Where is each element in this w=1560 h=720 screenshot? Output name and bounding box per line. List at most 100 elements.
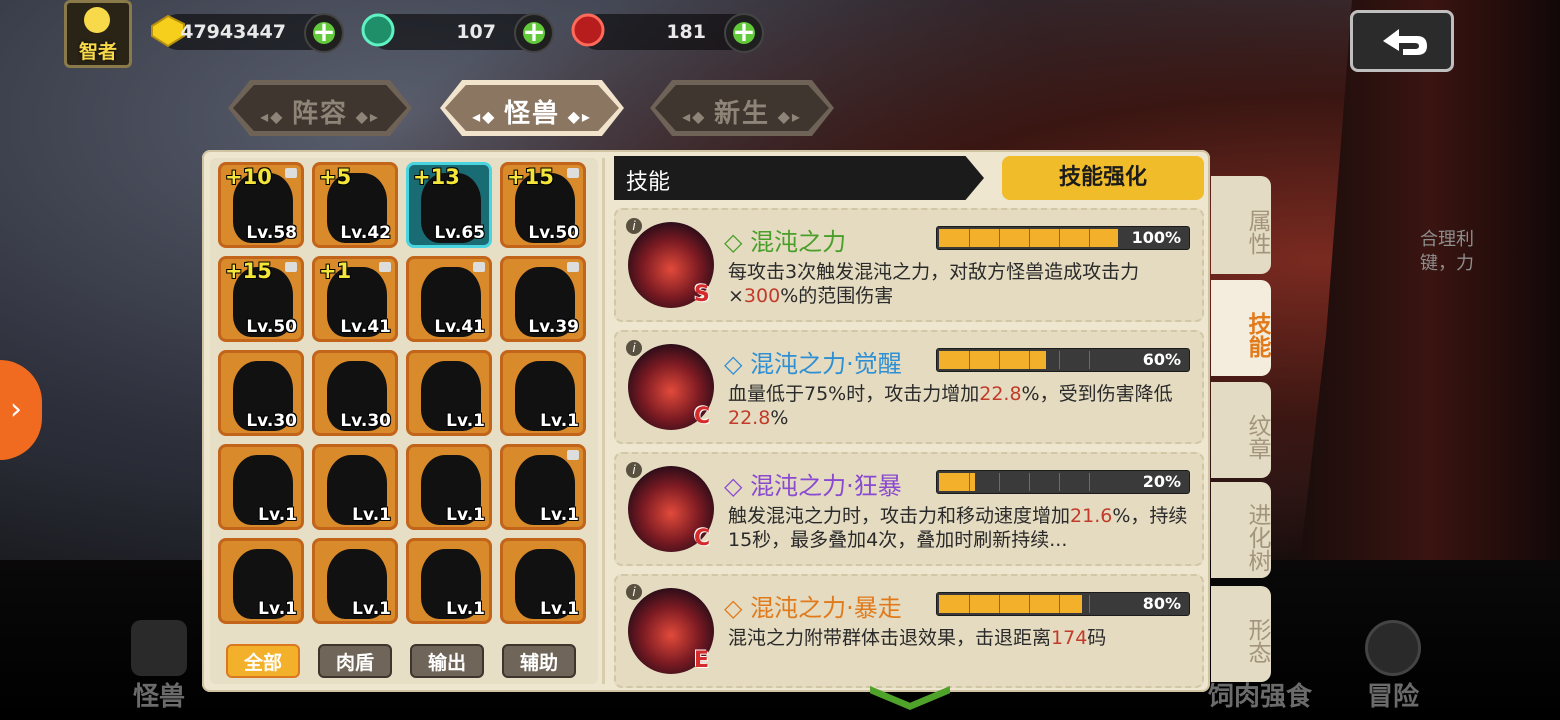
back-button[interactable] xyxy=(1350,10,1454,72)
monster-level: Lv.1 xyxy=(446,411,485,431)
diamond-ornament-icon: ◂◆ xyxy=(682,107,714,126)
skill-progress-bar: 80% xyxy=(936,592,1190,616)
monster-card[interactable]: Lv.41 xyxy=(406,256,492,342)
lightbulb-icon xyxy=(84,7,110,33)
monster-card[interactable]: Lv.1 xyxy=(406,538,492,624)
progress-segment xyxy=(1059,351,1060,369)
monster-card[interactable]: Lv.1 xyxy=(406,350,492,436)
side-note-line: 合理利 xyxy=(1420,229,1474,250)
skill-card[interactable]: i C ◇ 混沌之力·狂暴 20% 触发混沌之力时，攻击力和移动速度增加21.6%，持续… xyxy=(614,452,1204,566)
tab-rebirth-text: 新生 xyxy=(713,99,770,129)
green-gem-amount: 107 xyxy=(456,21,496,43)
add-gold-button[interactable] xyxy=(304,13,344,53)
progress-segment xyxy=(999,351,1000,369)
tab-lineup-label: ◂◆ 阵容 ◆▸ xyxy=(228,93,412,130)
progress-segment xyxy=(969,229,970,247)
nav-adventure[interactable]: 冒险 xyxy=(1360,620,1426,712)
side-tab[interactable]: 形态 xyxy=(1211,586,1271,682)
nav-monster[interactable]: 怪兽 xyxy=(126,620,192,712)
monster-level: Lv.1 xyxy=(540,599,579,619)
tab-rebirth[interactable]: ◂◆ 新生 ◆▸ xyxy=(650,80,834,136)
filter-tank-button[interactable]: 肉盾 xyxy=(318,644,392,678)
progress-percent: 80% xyxy=(1142,594,1181,613)
monster-card[interactable]: +15 Lv.50 xyxy=(218,256,304,342)
monster-card[interactable]: Lv.30 xyxy=(218,350,304,436)
monster-card[interactable]: +10 Lv.58 xyxy=(218,162,304,248)
add-green-gem-button[interactable] xyxy=(514,13,554,53)
monster-level: Lv.50 xyxy=(528,223,579,243)
progress-segment xyxy=(1059,473,1060,491)
red-gem-amount: 181 xyxy=(666,21,706,43)
info-icon[interactable]: i xyxy=(626,584,642,600)
skill-description: 触发混沌之力时，攻击力和移动速度增加21.6%，持续15秒，最多叠加4次，叠加时… xyxy=(728,504,1198,552)
monster-card[interactable]: Lv.30 xyxy=(312,350,398,436)
skill-grade: E xyxy=(694,648,710,673)
progress-percent: 20% xyxy=(1142,472,1181,491)
skill-name: ◇ 混沌之力·觉醒 xyxy=(724,344,902,379)
monster-card[interactable]: +13 Lv.65 xyxy=(406,162,492,248)
progress-percent: 100% xyxy=(1131,228,1181,247)
side-tab[interactable]: 属性 xyxy=(1211,176,1271,274)
skill-enhance-button[interactable]: 技能强化 xyxy=(1002,156,1204,200)
side-tab[interactable]: 纹章 xyxy=(1211,382,1271,478)
monster-card[interactable]: Lv.1 xyxy=(500,350,586,436)
skill-value: 21.6 xyxy=(1070,505,1113,527)
progress-segment xyxy=(999,229,1000,247)
monster-upgrade-level: +5 xyxy=(319,165,352,189)
filter-damage-button[interactable]: 输出 xyxy=(410,644,484,678)
skill-progress-bar: 60% xyxy=(936,348,1190,372)
skills-header-title: 技能 xyxy=(626,170,671,195)
progress-segment xyxy=(999,473,1000,491)
rank-label: 智者 xyxy=(78,41,117,63)
tab-lineup-text: 阵容 xyxy=(291,99,348,129)
info-icon[interactable]: i xyxy=(626,340,642,356)
skill-value: 174 xyxy=(1051,627,1088,649)
green-gem-counter: 107 xyxy=(361,13,554,53)
skill-card[interactable]: i C ◇ 混沌之力·觉醒 60% 血量低于75%时，攻击力增加22.8%，受到伤害降低… xyxy=(614,330,1204,444)
monster-card[interactable]: Lv.1 xyxy=(312,444,398,530)
side-tab[interactable]: 进化树 xyxy=(1211,482,1271,578)
gold-amount: 47943447 xyxy=(180,21,286,43)
progress-segment xyxy=(1029,229,1030,247)
monster-level: Lv.50 xyxy=(246,317,297,337)
diamond-icon: ◇ xyxy=(724,472,751,500)
progress-segment xyxy=(1089,229,1090,247)
skill-name: ◇ 混沌之力·暴走 xyxy=(724,588,902,623)
monster-grid: +10 Lv.58 +5 Lv.42 +13 Lv.65 +15 Lv.50 +15 Lv.50 +… xyxy=(210,158,598,684)
filter-all-button[interactable]: 全部 xyxy=(226,644,300,678)
monster-level: Lv.1 xyxy=(352,505,391,525)
monster-level: Lv.41 xyxy=(340,317,391,337)
skill-card[interactable]: i S ◇ 混沌之力 100% 每攻击3次触发混沌之力，对敌方怪兽造成攻击力×300%的… xyxy=(614,208,1204,322)
skill-card[interactable]: i E ◇ 混沌之力·暴走 80% 混沌之力附带群体击退效果，击退距离174码 xyxy=(614,574,1204,688)
skill-desc-text: 混沌之力附带群体击退效果，击退距离 xyxy=(728,627,1052,649)
skill-grade: S xyxy=(694,282,710,307)
monster-card[interactable]: Lv.1 xyxy=(500,538,586,624)
monster-card[interactable]: Lv.1 xyxy=(500,444,586,530)
tab-lineup[interactable]: ◂◆ 阵容 ◆▸ xyxy=(228,80,412,136)
monster-card[interactable]: +15 Lv.50 xyxy=(500,162,586,248)
monster-card[interactable]: +5 Lv.42 xyxy=(312,162,398,248)
skill-grade: C xyxy=(694,526,711,551)
side-tab[interactable]: 技能 xyxy=(1211,280,1271,376)
add-red-gem-button[interactable] xyxy=(724,13,764,53)
tab-monster-label: ◂◆ 怪兽 ◆▸ xyxy=(440,93,624,130)
progress-segment xyxy=(1089,595,1090,613)
nav-adventure-label: 冒险 xyxy=(1366,682,1419,712)
monster-level: Lv.1 xyxy=(446,505,485,525)
monster-card[interactable]: Lv.1 xyxy=(312,538,398,624)
tab-monster[interactable]: ◂◆ 怪兽 ◆▸ xyxy=(440,80,624,136)
monster-card[interactable]: +1 Lv.41 xyxy=(312,256,398,342)
monster-card[interactable]: Lv.1 xyxy=(218,538,304,624)
info-icon[interactable]: i xyxy=(626,462,642,478)
monster-level: Lv.1 xyxy=(352,599,391,619)
rank-badge[interactable]: 智者 xyxy=(64,0,132,68)
tab-monster-text: 怪兽 xyxy=(503,99,560,129)
monster-card[interactable]: Lv.39 xyxy=(500,256,586,342)
nav-monster-label: 怪兽 xyxy=(132,682,185,712)
monster-card[interactable]: Lv.1 xyxy=(218,444,304,530)
monster-card[interactable]: Lv.1 xyxy=(406,444,492,530)
filter-support-button[interactable]: 辅助 xyxy=(502,644,576,678)
info-icon[interactable]: i xyxy=(626,218,642,234)
side-note-line: 键，力 xyxy=(1420,253,1474,274)
progress-segment xyxy=(1059,229,1060,247)
